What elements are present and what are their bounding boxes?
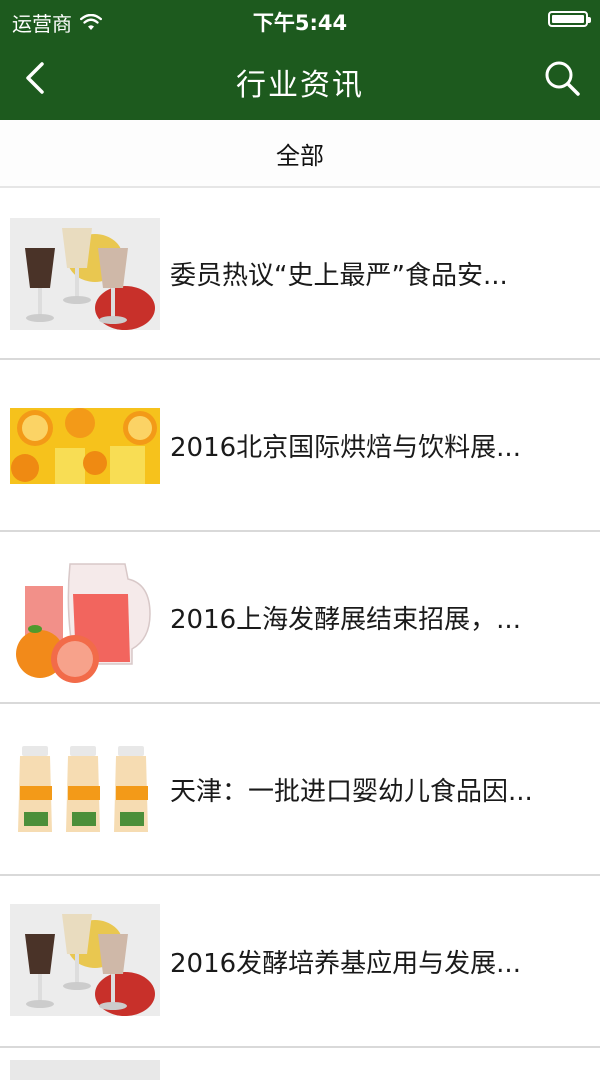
article-thumbnail — [10, 218, 160, 330]
article-title: 2016上海发酵展结束招展，... — [170, 604, 521, 635]
article-thumbnail — [10, 1060, 160, 1080]
filter-all-label[interactable]: 全部 — [276, 136, 324, 171]
list-item-partial[interactable] — [0, 1048, 600, 1080]
article-thumbnail — [10, 408, 160, 484]
article-title: 天津：一批进口婴幼儿食品因... — [170, 776, 533, 807]
list-item[interactable]: 2016北京国际烘焙与饮料展... — [0, 360, 600, 532]
app-header: 运营商 下午5:44 行业资讯 — [0, 0, 600, 120]
list-item[interactable]: 2016发酵培养基应用与发展... — [0, 876, 600, 1048]
article-title: 委员热议“史上最严”食品安... — [170, 260, 508, 291]
list-item[interactable]: 委员热议“史上最严”食品安... — [0, 188, 600, 360]
list-item[interactable]: 2016上海发酵展结束招展，... — [0, 532, 600, 704]
status-time: 下午5:44 — [252, 11, 348, 35]
page-title: 行业资讯 — [236, 68, 364, 103]
article-list: 委员热议“史上最严”食品安... 2016北京国际烘焙与饮料展... 2016上… — [0, 188, 600, 1080]
search-icon[interactable] — [542, 58, 582, 98]
article-thumbnail — [10, 744, 160, 834]
category-filter[interactable]: 全部 — [0, 120, 600, 188]
article-title: 2016发酵培养基应用与发展... — [170, 948, 521, 979]
article-thumbnail — [10, 904, 160, 1016]
article-title: 2016北京国际烘焙与饮料展... — [170, 432, 521, 463]
battery-icon — [548, 11, 591, 27]
article-thumbnail — [10, 554, 160, 684]
list-item[interactable]: 天津：一批进口婴幼儿食品因... — [0, 704, 600, 876]
nav-bar: 行业资讯 — [0, 40, 600, 120]
status-bar: 运营商 下午5:44 — [0, 0, 600, 40]
